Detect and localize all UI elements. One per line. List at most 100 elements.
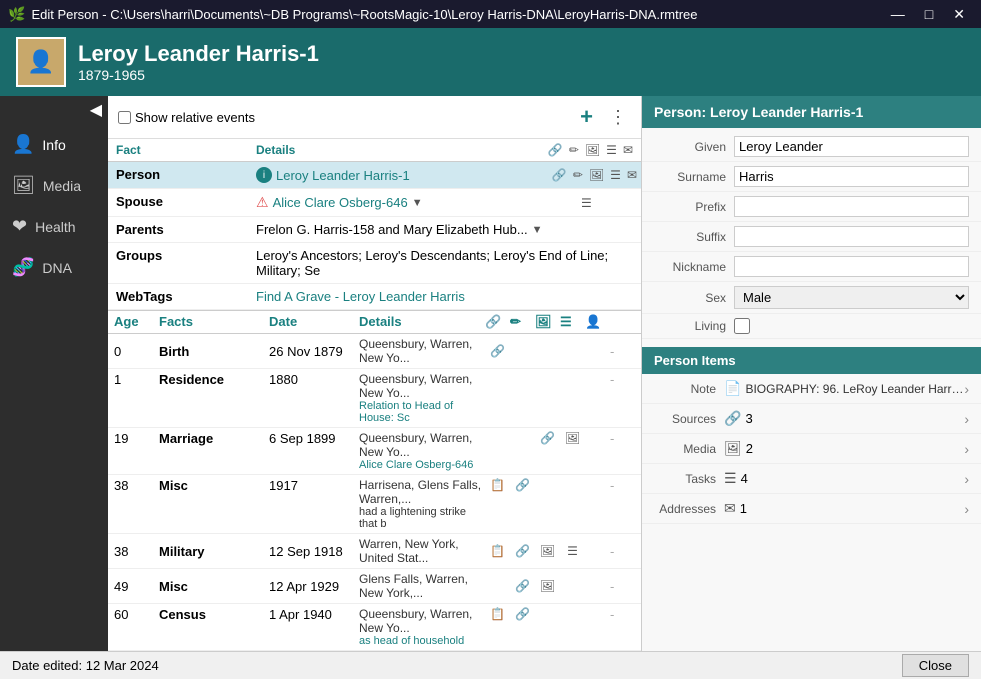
bottom-bar: Date edited: 12 Mar 2024 Close	[0, 651, 981, 679]
sources-icon: 🔗	[724, 410, 741, 427]
mil-clip-btn[interactable]: 📋	[485, 544, 510, 558]
header: 👤 Leroy Leander Harris-1 1879-1965	[0, 28, 981, 96]
facts-table: 0 Birth 26 Nov 1879 Queensbury, Warren, …	[108, 334, 641, 651]
field-label-prefix: Prefix	[654, 200, 734, 214]
inner-col-i5: 👤	[585, 314, 610, 330]
misc2-link-btn[interactable]: 🔗	[510, 579, 535, 593]
spouse-dropdown-icon[interactable]: ▼	[412, 197, 423, 209]
info-circle-icon: i	[256, 167, 272, 183]
field-row-nickname: Nickname	[642, 252, 981, 282]
nickname-input[interactable]	[734, 256, 969, 277]
inner-col-details: Details	[359, 314, 485, 330]
person-photo-btn[interactable]: 🖼	[589, 168, 604, 182]
table-row[interactable]: 60 Census 1 Apr 1940 Queensbury, Warren,…	[108, 604, 641, 651]
sidebar-collapse-button[interactable]: ◀	[90, 100, 102, 120]
person-item-tasks[interactable]: Tasks ☰ 4 ›	[642, 464, 981, 494]
media-icon: 🖼	[12, 175, 35, 196]
maximize-button[interactable]: □	[917, 4, 941, 25]
fact-row-groups[interactable]: Groups Leroy's Ancestors; Leroy's Descen…	[108, 243, 641, 284]
fact-row-webtags[interactable]: WebTags Find A Grave - Leroy Leander Har…	[108, 284, 641, 310]
suffix-input[interactable]	[734, 226, 969, 247]
living-checkbox[interactable]	[734, 318, 750, 334]
menu-button[interactable]: ⋮	[605, 102, 631, 132]
person-item-media[interactable]: Media 🖼 2 ›	[642, 434, 981, 464]
person-edit-btn[interactable]: ✏	[573, 168, 583, 182]
show-relative-events-checkbox[interactable]	[118, 111, 131, 124]
show-relative-events-text: Show relative events	[135, 110, 255, 125]
given-input[interactable]	[734, 136, 969, 157]
table-row[interactable]: 1 Residence 1880 Queensbury, Warren, New…	[108, 369, 641, 428]
col-mail-icon[interactable]: ✉	[623, 143, 633, 157]
person-name: Leroy Leander Harris-1	[78, 41, 319, 67]
field-label-sex: Sex	[654, 291, 734, 305]
misc1-link-btn[interactable]: 🔗	[510, 478, 535, 492]
misc1-clip-btn[interactable]: 📋	[485, 478, 510, 492]
close-button[interactable]: Close	[902, 654, 969, 677]
add-button[interactable]: +	[576, 102, 597, 132]
mil-link-btn[interactable]: 🔗	[510, 544, 535, 558]
sidebar-item-media[interactable]: 🖼 Media	[0, 165, 108, 206]
inner-col-date: Date	[269, 314, 359, 330]
fact-value-spouse: ⚠ Alice Clare Osberg-646 ▼	[248, 189, 581, 216]
person-item-addresses[interactable]: Addresses ✉ 1 ›	[642, 494, 981, 524]
person-mail-btn[interactable]: ✉	[627, 168, 637, 182]
mil-list-btn[interactable]: ☰	[560, 544, 585, 558]
show-relative-events-label[interactable]: Show relative events	[118, 110, 255, 125]
person-item-sources[interactable]: Sources 🔗 3 ›	[642, 404, 981, 434]
table-row[interactable]: 38 Misc 1917 Harrisena, Glens Falls, War…	[108, 475, 641, 534]
col-details: Details	[256, 143, 493, 157]
surname-input[interactable]	[734, 166, 969, 187]
sex-select[interactable]: Male Female Unknown	[734, 286, 969, 309]
person-value-text: Leroy Leander Harris-1	[276, 168, 410, 183]
marriage-img-btn[interactable]: 🖼	[560, 431, 585, 445]
sidebar-label-dna: DNA	[42, 260, 72, 276]
table-row[interactable]: 49 Misc 12 Apr 1929 Glens Falls, Warren,…	[108, 569, 641, 604]
col-link-icon[interactable]: 🔗	[548, 143, 563, 157]
census-clip-btn[interactable]: 📋	[485, 607, 510, 621]
right-panel: Person: Leroy Leander Harris-1 Given Sur…	[641, 96, 981, 651]
media-arrow-icon: ›	[964, 441, 969, 457]
col-edit-icon[interactable]: ✏	[569, 143, 579, 157]
mil-img-btn[interactable]: 🖼	[535, 544, 560, 558]
fact-value-groups: Leroy's Ancestors; Leroy's Descendants; …	[248, 243, 641, 283]
table-row[interactable]: 0 Birth 26 Nov 1879 Queensbury, Warren, …	[108, 334, 641, 369]
field-label-given: Given	[654, 140, 734, 154]
person-link-btn[interactable]: 🔗	[552, 168, 567, 182]
parents-dropdown-icon[interactable]: ▼	[532, 224, 543, 236]
sidebar-item-dna[interactable]: 🧬 DNA	[0, 247, 108, 288]
person-dates: 1879-1965	[78, 67, 319, 83]
census-link-btn[interactable]: 🔗	[510, 607, 535, 621]
field-label-surname: Surname	[654, 170, 734, 184]
note-icon: 📄	[724, 380, 741, 397]
col-photo-icon[interactable]: 🖼	[585, 143, 600, 157]
minimize-button[interactable]: —	[883, 4, 913, 25]
prefix-input[interactable]	[734, 196, 969, 217]
tasks-arrow-icon: ›	[964, 471, 969, 487]
table-row[interactable]: 19 Marriage 6 Sep 1899 Queensbury, Warre…	[108, 428, 641, 475]
field-row-sex: Sex Male Female Unknown	[642, 282, 981, 314]
marriage-link-btn[interactable]: 🔗	[535, 431, 560, 445]
table-row[interactable]: 38 Military 12 Sep 1918 Warren, New York…	[108, 534, 641, 569]
fact-value-person: i Leroy Leander Harris-1	[248, 162, 501, 188]
inner-col-i6	[610, 314, 635, 330]
birth-link-btn[interactable]: 🔗	[485, 344, 510, 358]
person-list-btn[interactable]: ☰	[610, 168, 621, 182]
field-row-living: Living	[642, 314, 981, 339]
misc2-img-btn[interactable]: 🖼	[535, 579, 560, 593]
fact-row-spouse[interactable]: Spouse ⚠ Alice Clare Osberg-646 ▼ ☰	[108, 189, 641, 217]
close-window-button[interactable]: ✕	[945, 4, 973, 25]
addresses-icon: ✉	[724, 500, 736, 517]
sidebar-item-health[interactable]: ❤ Health	[0, 206, 108, 247]
spouse-list-btn[interactable]: ☰	[581, 196, 592, 210]
sidebar-item-info[interactable]: 👤 Info	[0, 124, 108, 165]
field-row-surname: Surname	[642, 162, 981, 192]
fact-row-parents[interactable]: Parents Frelon G. Harris-158 and Mary El…	[108, 217, 641, 243]
fact-value-parents: Frelon G. Harris-158 and Mary Elizabeth …	[248, 217, 611, 242]
person-item-note[interactable]: Note 📄 BIOGRAPHY: 96. LeRoy Leander Harr…	[642, 374, 981, 404]
field-label-nickname: Nickname	[654, 260, 734, 274]
sidebar-label-health: Health	[35, 219, 75, 235]
fact-row-person[interactable]: Person i Leroy Leander Harris-1 🔗 ✏ 🖼 ☰ …	[108, 162, 641, 189]
field-label-suffix: Suffix	[654, 230, 734, 244]
fact-label-person: Person	[108, 162, 248, 188]
col-list-icon[interactable]: ☰	[606, 143, 617, 157]
